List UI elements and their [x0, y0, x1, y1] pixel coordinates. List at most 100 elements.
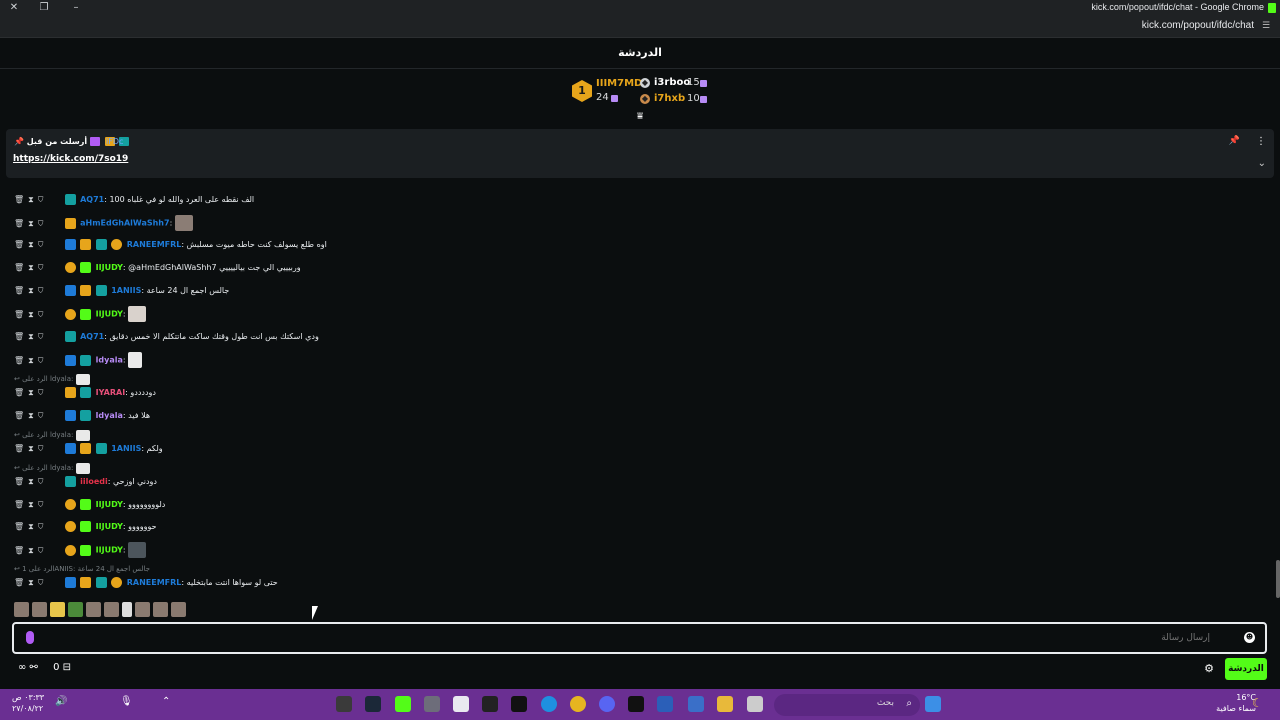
- emote-button[interactable]: [135, 602, 150, 617]
- app-icon[interactable]: [747, 696, 763, 712]
- emote-button[interactable]: [153, 602, 168, 617]
- share-icon[interactable]: ⚯: [30, 662, 38, 673]
- username[interactable]: ldyala: [96, 411, 123, 420]
- url-text[interactable]: kick.com/popout/ifdc/chat: [1142, 20, 1254, 31]
- mod-tools[interactable]: 🗑⧗⛉: [14, 307, 62, 323]
- mod-tools[interactable]: 🗑⧗⛉: [14, 329, 62, 345]
- app-icon[interactable]: [628, 696, 644, 712]
- message-composer: ☻: [12, 622, 1267, 654]
- vip-badge-icon: [80, 308, 92, 320]
- gear-icon[interactable]: ⚙: [1204, 662, 1214, 675]
- username[interactable]: RANEEMFRL: [127, 240, 182, 249]
- username[interactable]: 1ANIIS: [111, 444, 141, 453]
- epic-games-icon[interactable]: [482, 696, 498, 712]
- emote-button[interactable]: [122, 602, 132, 617]
- mod-tools[interactable]: 🗑⧗⛉: [14, 192, 62, 208]
- discord-icon[interactable]: [599, 696, 615, 712]
- username[interactable]: IIJUDY: [96, 522, 123, 531]
- username[interactable]: aHmEdGhAlWaShh7: [80, 219, 169, 228]
- mod-tools[interactable]: 🗑⧗⛉: [14, 283, 62, 299]
- emoji-icon[interactable]: ☻: [1244, 632, 1255, 643]
- gifter-badge-icon: [64, 544, 76, 556]
- message-input[interactable]: [50, 630, 1210, 646]
- mod-tools[interactable]: 🗑⧗⛉: [14, 353, 62, 369]
- site-settings-icon[interactable]: ☰: [1262, 21, 1272, 31]
- pinned-user[interactable]: iFDc: [106, 137, 123, 146]
- settings-app-icon[interactable]: [424, 696, 440, 712]
- edge-icon[interactable]: [541, 696, 557, 712]
- security-icon[interactable]: [688, 696, 704, 712]
- reply-preview[interactable]: ↩ الرد على ldyala:: [14, 429, 90, 441]
- app-icon[interactable]: [336, 696, 352, 712]
- username[interactable]: IIJUDY: [96, 263, 123, 272]
- steam-icon[interactable]: [365, 696, 381, 712]
- message-text: اوه طلع يسولف كنت حاطه ميوت مسلبش: [186, 240, 327, 249]
- username[interactable]: AQ71: [80, 195, 104, 204]
- mod-tools[interactable]: 🗑⧗⛉: [14, 575, 62, 591]
- leader-name[interactable]: i3rboo: [654, 77, 690, 88]
- app-icon[interactable]: [511, 696, 527, 712]
- chevron-down-icon[interactable]: ⌄: [1258, 158, 1266, 169]
- leader-name[interactable]: IIIM7MD: [596, 78, 642, 89]
- emote-button[interactable]: [171, 602, 186, 617]
- mod-tools[interactable]: 🗑⧗⛉: [14, 497, 62, 513]
- emote-image: [75, 373, 90, 385]
- chat-scrollbar[interactable]: [1276, 560, 1280, 598]
- weather-widget[interactable]: 16°C سماء صافية: [1206, 692, 1256, 714]
- pinned-link[interactable]: https://kick.com/7so19: [13, 154, 128, 164]
- mod-tools[interactable]: 🗑⧗⛉: [14, 408, 62, 424]
- points-icon[interactable]: ⊟: [63, 662, 71, 673]
- store-icon[interactable]: [453, 696, 469, 712]
- username[interactable]: RANEEMFRL: [127, 578, 182, 587]
- username[interactable]: IYARAI: [96, 388, 126, 397]
- username[interactable]: IIJUDY: [96, 546, 123, 555]
- leader-name[interactable]: i7hxb: [654, 93, 685, 104]
- mod-tools[interactable]: 🗑⧗⛉: [14, 385, 62, 401]
- restore-icon[interactable]: ❐: [30, 0, 58, 16]
- kick-app-icon[interactable]: [395, 696, 411, 712]
- username[interactable]: 1ANIIS: [111, 286, 141, 295]
- window-titlebar: ✕ ❐ – kick.com/popout/ifdc/chat - Google…: [0, 0, 1280, 16]
- chrome-icon[interactable]: [570, 696, 586, 712]
- mod-tools[interactable]: 🗑⧗⛉: [14, 260, 62, 276]
- mod-badge-icon: [64, 354, 76, 366]
- username[interactable]: IIJUDY: [96, 500, 123, 509]
- chevron-up-icon[interactable]: ⌃: [162, 696, 178, 712]
- reply-preview[interactable]: ↩ الرد على 1ANIIS: جالس اجمع ال 24 ساعة: [14, 563, 150, 575]
- mod-tools[interactable]: 🗑⧗⛉: [14, 543, 62, 559]
- username[interactable]: IIJUDY: [96, 310, 123, 319]
- footer-left: ∞ ⚯ 0 ⊟: [18, 662, 71, 673]
- emote-button[interactable]: [86, 602, 101, 617]
- mod-tools[interactable]: 🗑⧗⛉: [14, 519, 62, 535]
- voice-icon[interactable]: [26, 631, 34, 644]
- emote-button[interactable]: [32, 602, 47, 617]
- infinity-icon[interactable]: ∞: [18, 662, 26, 673]
- username[interactable]: ldyala: [96, 356, 123, 365]
- mod-tools[interactable]: 🗑⧗⛉: [14, 474, 62, 490]
- mic-icon[interactable]: 🎙: [120, 696, 136, 712]
- windows-start-icon[interactable]: [925, 696, 941, 712]
- reply-preview[interactable]: ↩ الرد على ldyala:: [14, 373, 90, 385]
- username[interactable]: AQ71: [80, 332, 104, 341]
- folder-icon[interactable]: [717, 696, 733, 712]
- emote-button[interactable]: [104, 602, 119, 617]
- emote-button[interactable]: [68, 602, 83, 617]
- emote-button[interactable]: [14, 602, 29, 617]
- sub-badge-icon: [80, 354, 92, 366]
- more-options-icon[interactable]: ⋮: [1256, 136, 1266, 147]
- unpin-icon[interactable]: 📌: [1229, 136, 1240, 146]
- close-icon[interactable]: ✕: [0, 0, 28, 16]
- mod-tools[interactable]: 🗑⧗⛉: [14, 237, 62, 253]
- reply-preview[interactable]: ↩ الرد على ldyala:: [14, 462, 90, 474]
- emote-button[interactable]: [50, 602, 65, 617]
- taskbar-search[interactable]: بحث ⌕: [774, 694, 920, 716]
- mod-tools[interactable]: 🗑⧗⛉: [14, 216, 62, 232]
- chat-send-button[interactable]: الدردشة: [1225, 658, 1267, 680]
- volume-icon[interactable]: 🔊: [55, 696, 71, 712]
- mod-tools[interactable]: 🗑⧗⛉: [14, 441, 62, 457]
- collapse-leaderboard-icon[interactable]: ⩸: [633, 112, 647, 122]
- username[interactable]: iiloedi: [80, 477, 108, 486]
- clock[interactable]: ٠٣:٣٣ ص ٢٧/٠٨/٢٢: [12, 692, 44, 714]
- minimize-icon[interactable]: –: [62, 0, 90, 16]
- app-icon[interactable]: [657, 696, 673, 712]
